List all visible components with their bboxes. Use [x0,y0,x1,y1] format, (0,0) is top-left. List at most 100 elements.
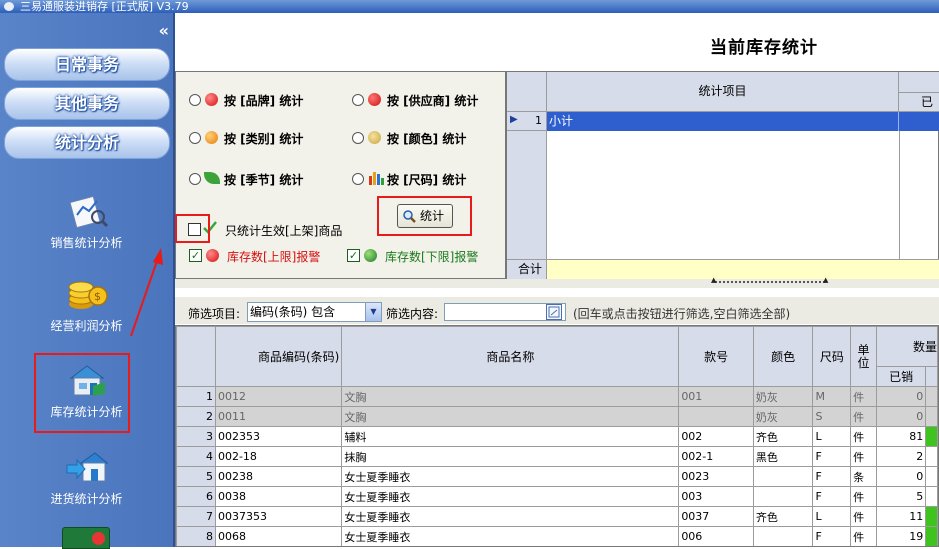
cell-stock-indicator [925,386,938,407]
cell-unit: 件 [850,526,877,546]
alert-lower-checkbox[interactable]: ✓ [347,249,360,262]
cell-style: 003 [678,486,754,507]
table-corner [176,326,216,387]
cell-sold: 0 [875,466,927,487]
alert-upper-checkbox[interactable]: ✓ [189,249,202,262]
stat-footer-row: 合计 [507,259,939,279]
col-header-size[interactable]: 尺码 [812,326,852,387]
cell-code: 0011 [214,406,343,427]
cell-unit: 件 [850,446,877,467]
cell-stock-indicator [925,506,938,527]
cell-code: 0068 [214,526,343,546]
cell-size: F [812,526,852,546]
col-header-style[interactable]: 款号 [678,326,754,387]
cell-sold: 5 [875,486,927,507]
col-header-unit[interactable]: 单位 [850,326,877,387]
row-number[interactable]: 4 [176,446,216,467]
filter-field-value: 编码(条码) 包含 [250,305,336,319]
cell-sold: 19 [875,526,927,546]
annotation-box-checkbox [175,214,210,243]
col-header-code[interactable]: 商品编码(条码) [214,326,343,387]
cell-code: 0037353 [214,506,343,527]
cell-name: 女士夏季睡衣 [341,466,680,487]
cell-stock-indicator [925,466,938,487]
cell-style: 002-1 [678,446,754,467]
red-apple-icon [205,93,218,106]
alert-lower-label: 库存数[下限]报警 [385,250,479,264]
cell-size: F [812,446,852,467]
cell-color: 黑色 [752,446,814,467]
cell-unit: 件 [850,386,877,407]
cell-color [752,466,814,487]
cell-size: L [812,426,852,447]
radio-by-season[interactable] [189,173,201,185]
cell-sold: 81 [875,426,927,447]
table-row[interactable]: 5 00238 女士夏季睡衣 0023 F 条 0 [176,466,938,487]
cell-color: 齐色 [752,506,814,527]
cell-color [752,526,814,546]
bar-chart-icon [368,170,384,185]
cell-color: 奶灰 [752,386,814,407]
cell-stock-indicator [925,426,938,447]
filter-field-select[interactable]: 编码(条码) 包含 ▼ [247,302,382,322]
cell-name: 辅料 [341,426,680,447]
filter-bar: 筛选项目: 编码(条码) 包含 ▼ 筛选内容: (回车或点击按钮进行筛选,空白筛… [175,297,939,324]
row-pointer-icon: ▶ [510,114,518,125]
magnifier-icon [402,208,416,223]
alert-upper-label: 库存数[上限]报警 [227,250,321,264]
radio-by-size[interactable] [352,173,364,185]
col-header-extra[interactable] [925,366,938,387]
cell-style: 006 [678,526,754,546]
col-header-color[interactable]: 颜色 [752,326,814,387]
stat-row-selected[interactable]: 小计 [547,112,939,131]
row-number[interactable]: 6 [176,486,216,507]
table-row[interactable]: 1 0012 文胸 001 奶灰 M 件 0 [176,386,938,407]
table-row[interactable]: 8 0068 女士夏季睡衣 006 F 件 19 [176,526,938,546]
row-number[interactable]: 3 [176,426,216,447]
table-row[interactable]: 2 0011 文胸 奶灰 S 件 0 [176,406,938,427]
row-number[interactable]: 5 [176,466,216,487]
stat-row-header[interactable]: ▶ 1 [507,112,547,131]
cell-code: 0038 [214,486,343,507]
green-leaf-icon [204,172,220,184]
radio-by-supplier[interactable] [352,94,364,106]
table-row[interactable]: 3 002353 辅料 002 齐色 L 件 81 [176,426,938,447]
cell-name: 文胸 [341,386,680,407]
cell-size: S [812,406,852,427]
panel-splitter[interactable]: ▲ ▲ [175,276,939,288]
radio-by-brand[interactable] [189,94,201,106]
table-row[interactable]: 6 0038 女士夏季睡衣 003 F 件 5 [176,486,938,507]
chevron-down-icon[interactable]: ▼ [365,303,381,321]
cell-name: 女士夏季睡衣 [341,526,680,546]
stat-item-header[interactable]: 统计项目 [547,72,899,112]
cell-color: 奶灰 [752,406,814,427]
table-row[interactable]: 7 0037353 女士夏季睡衣 0037 齐色 L 件 11 [176,506,938,527]
red-heart-icon [368,93,381,106]
stat-value-header[interactable]: 已销 [899,72,939,126]
orange-ball-icon [205,131,218,144]
row-number[interactable]: 7 [176,506,216,527]
row-number[interactable]: 1 [176,386,216,407]
stat-button[interactable]: 统计 [397,204,453,228]
radio-by-color[interactable] [352,132,364,144]
filter-apply-button[interactable] [546,304,562,320]
row-number[interactable]: 8 [176,526,216,546]
table-row[interactable]: 4 002-18 抹胸 002-1 黑色 F 件 2 [176,446,938,467]
col-header-name[interactable]: 商品名称 [341,326,680,387]
cell-code: 002353 [214,426,343,447]
col-header-sold[interactable]: 已销 [875,366,927,387]
cell-code: 00238 [214,466,343,487]
filter-field-label: 筛选项目: [188,307,241,321]
cell-style: 0037 [678,506,754,527]
page-header: 当前库存统计 [175,13,939,71]
stat-footer-label: 合计 [507,260,547,279]
cell-sold: 0 [875,386,927,407]
cell-stock-indicator [925,446,938,467]
radio-label-brand: 按 [品牌] 统计 [224,94,304,108]
cell-code: 0012 [214,386,343,407]
radio-label-season: 按 [季节] 统计 [224,173,304,187]
filter-hint: (回车或点击按钮进行筛选,空白筛选全部) [573,307,791,321]
radio-by-category[interactable] [189,132,201,144]
row-number[interactable]: 2 [176,406,216,427]
col-header-qty[interactable]: 数量 [875,326,938,367]
